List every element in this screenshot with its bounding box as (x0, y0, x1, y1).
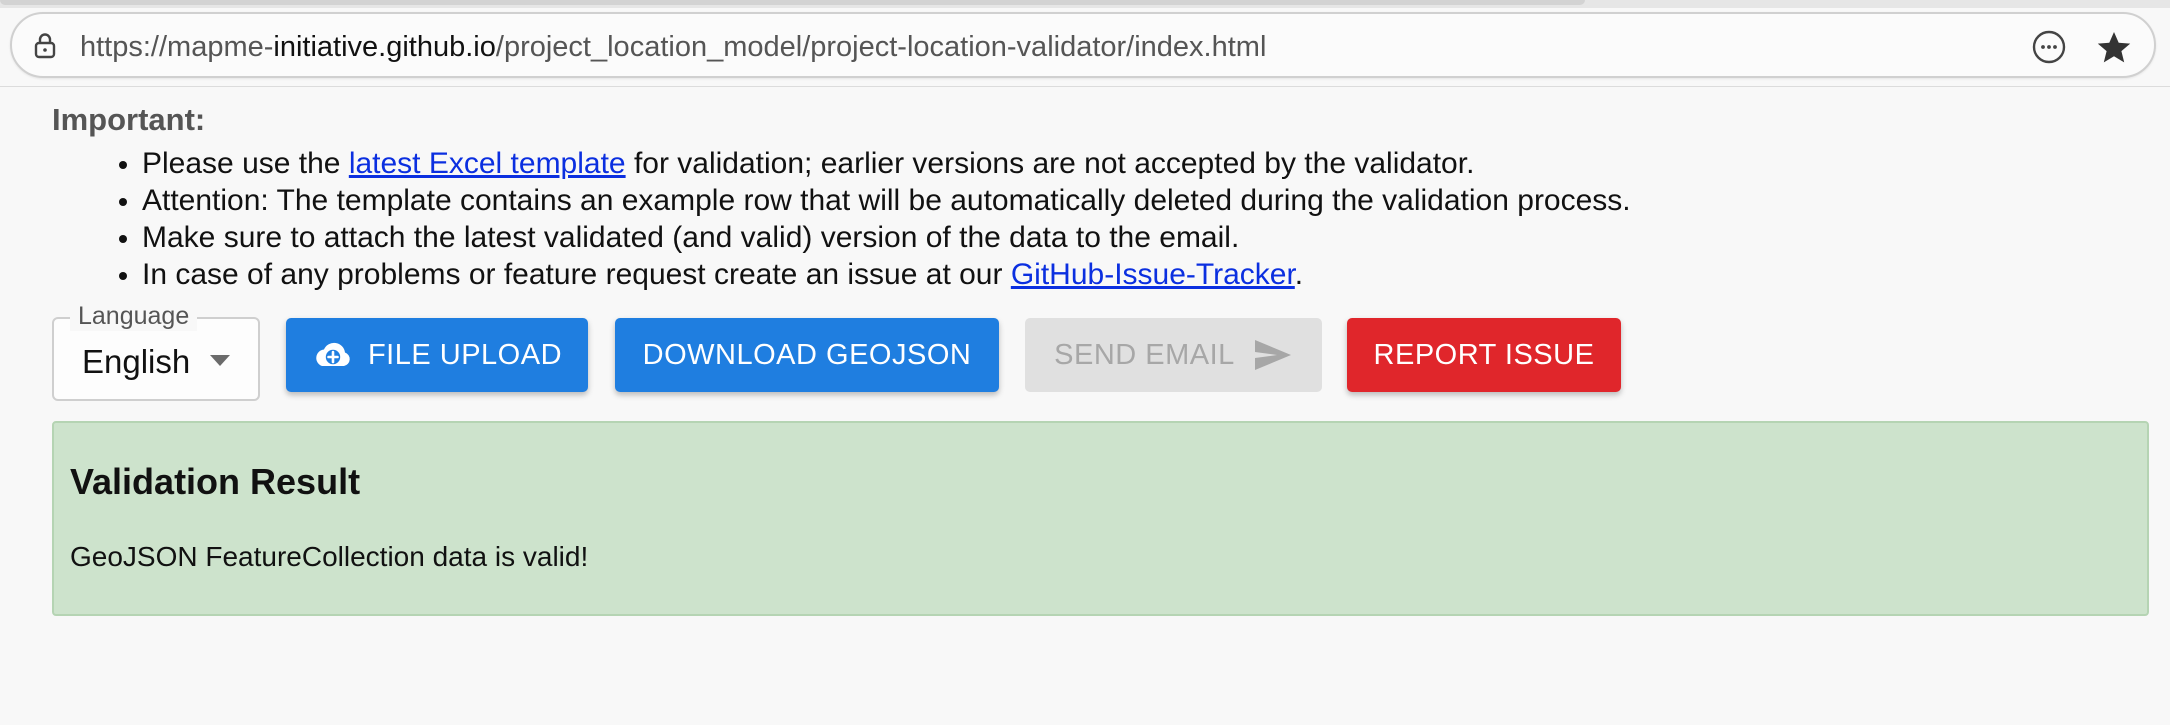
url-subdomain: mapme- (167, 31, 274, 63)
list-item-text: Attention: The template contains an exam… (142, 184, 1631, 217)
chrome-divider (0, 86, 2170, 87)
url-scheme: https:// (80, 31, 168, 63)
active-tab-edge[interactable] (0, 0, 1585, 5)
excel-template-link[interactable]: latest Excel template (349, 147, 626, 180)
validation-result-title: Validation Result (70, 461, 361, 502)
important-list: Please use the latest Excel template for… (52, 145, 1631, 293)
list-item: In case of any problems or feature reque… (142, 256, 1631, 293)
file-upload-button[interactable]: FILE UPLOAD (286, 318, 588, 392)
language-value: English (82, 343, 191, 380)
download-geojson-label: DOWNLOAD GEOJSON (642, 338, 972, 371)
list-item: Please use the latest Excel template for… (142, 145, 1631, 182)
url-text[interactable]: https://mapme-initiative.github.io/proje… (80, 30, 1266, 64)
lock-icon[interactable] (30, 31, 60, 61)
list-item: Make sure to attach the latest validated… (142, 219, 1631, 256)
star-icon[interactable] (2094, 28, 2134, 68)
send-email-button[interactable]: SEND EMAIL (1025, 318, 1322, 392)
cloud-upload-icon (312, 339, 354, 371)
important-heading: Important: (52, 102, 206, 137)
report-issue-button[interactable]: REPORT ISSUE (1347, 318, 1621, 392)
list-item: Attention: The template contains an exam… (142, 182, 1631, 219)
validation-result-panel: Validation Result GeoJSON FeatureCollect… (52, 421, 2149, 616)
report-issue-label: REPORT ISSUE (1373, 338, 1595, 371)
download-geojson-button[interactable]: DOWNLOAD GEOJSON (615, 318, 999, 392)
url-host: initiative.github.io (273, 31, 496, 63)
send-email-label: SEND EMAIL (1054, 338, 1235, 371)
list-item-text: Make sure to attach the latest validated… (142, 221, 1240, 254)
language-select[interactable]: Language English (52, 301, 260, 401)
url-path: /project_location_model/project-location… (495, 31, 1267, 63)
address-bar[interactable]: https://mapme-initiative.github.io/proje… (10, 12, 2156, 78)
list-item-text: for validation; earlier versions are not… (625, 147, 1475, 180)
file-upload-label: FILE UPLOAD (367, 338, 563, 371)
emoji-icon[interactable] (2030, 28, 2068, 66)
browser-tab-strip (0, 0, 2170, 8)
github-issue-tracker-link[interactable]: GitHub-Issue-Tracker (1011, 258, 1295, 291)
send-icon (1253, 338, 1293, 372)
list-item-text: . (1294, 258, 1304, 291)
chevron-down-icon (210, 355, 230, 366)
list-item-text: Please use the (142, 147, 349, 180)
language-label: Language (70, 301, 198, 331)
validation-result-message: GeoJSON FeatureCollection data is valid! (70, 541, 589, 572)
list-item-text: In case of any problems or feature reque… (142, 258, 1011, 291)
